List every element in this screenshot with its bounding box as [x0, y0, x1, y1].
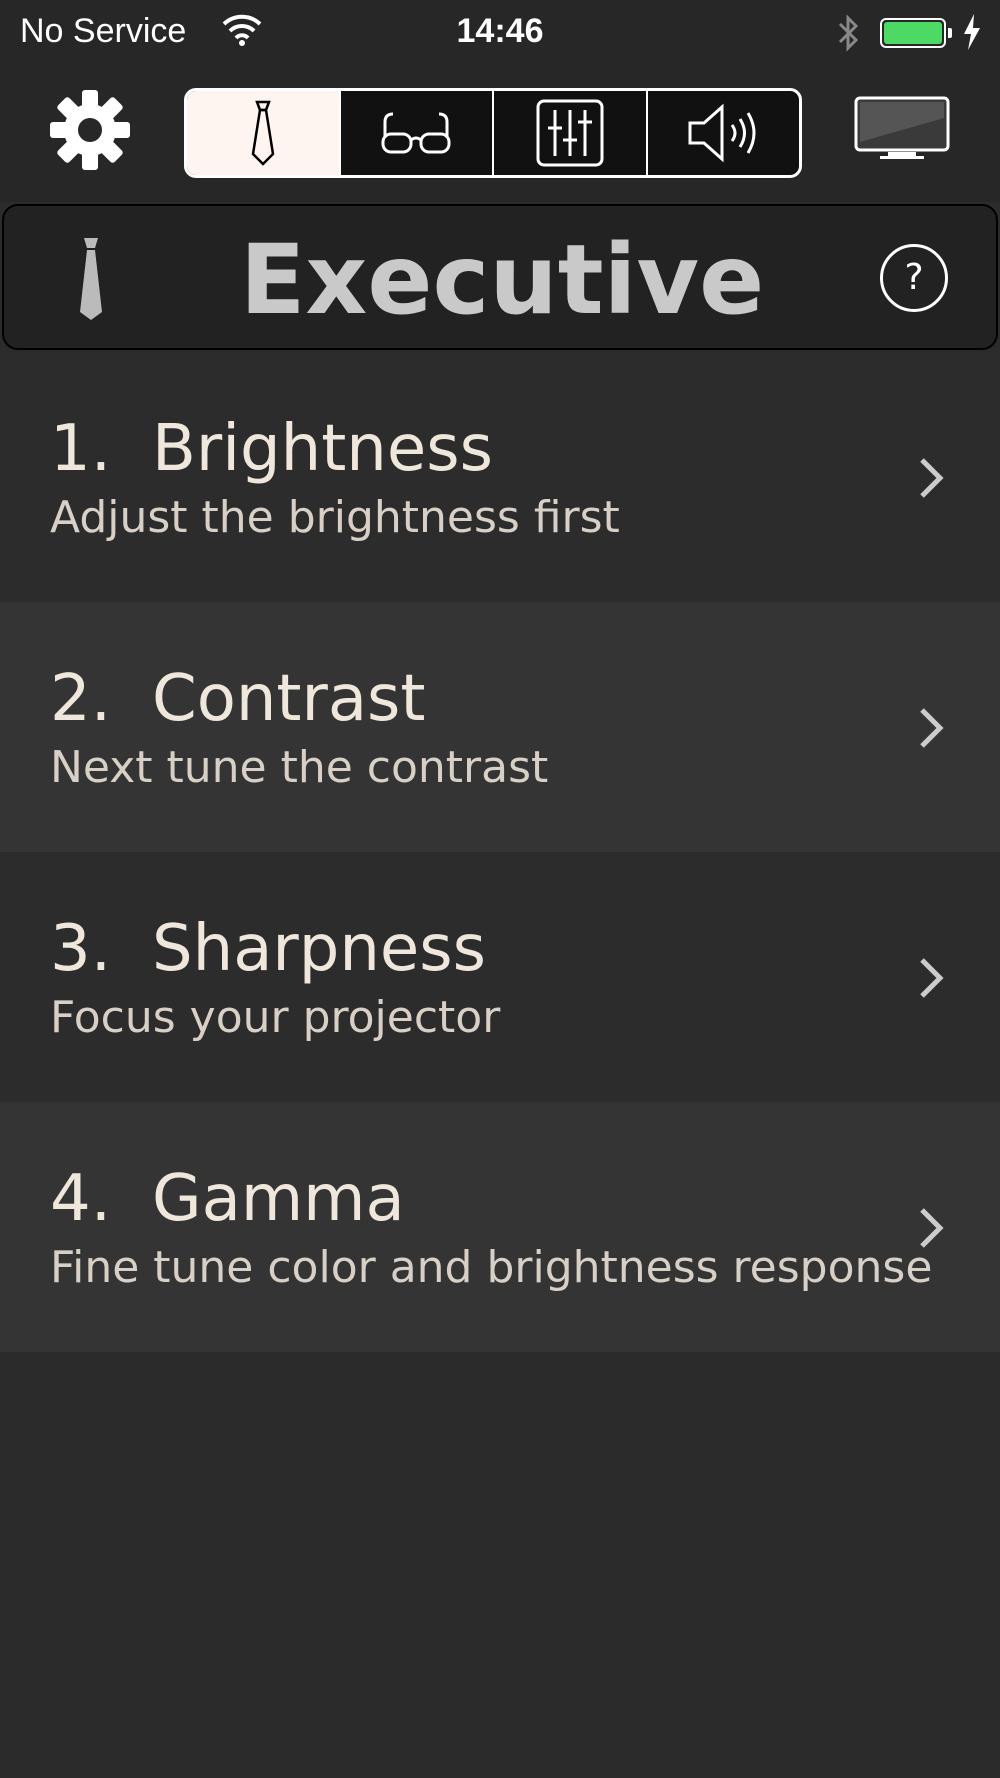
- steps-list: 1. Brightness Adjust the brightness firs…: [0, 352, 1000, 1352]
- step-description: Fine tune color and brightness response: [50, 1242, 933, 1293]
- mode-segmented-control: [184, 88, 802, 178]
- step-number: 4.: [50, 1162, 112, 1236]
- chevron-right-icon: [920, 958, 944, 998]
- step-number: 2.: [50, 662, 112, 736]
- segment-executive[interactable]: [187, 91, 339, 175]
- battery-icon: [880, 18, 952, 48]
- help-button[interactable]: ?: [880, 244, 948, 312]
- step-number: 1.: [50, 412, 112, 486]
- toolbar: [0, 66, 1000, 202]
- gear-icon[interactable]: [48, 88, 132, 172]
- glasses-icon: [381, 112, 451, 154]
- list-item-contrast[interactable]: 2. Contrast Next tune the contrast: [0, 602, 1000, 852]
- chevron-right-icon: [920, 708, 944, 748]
- step-number: 3.: [50, 912, 112, 986]
- list-item-sharpness[interactable]: 3. Sharpness Focus your projector: [0, 852, 1000, 1102]
- step-title: Sharpness: [152, 912, 486, 986]
- speaker-icon: [688, 103, 756, 163]
- tie-icon: [251, 100, 275, 166]
- step-title: Brightness: [152, 412, 493, 486]
- list-item-gamma[interactable]: 4. Gamma Fine tune color and brightness …: [0, 1102, 1000, 1352]
- step-description: Next tune the contrast: [50, 742, 549, 793]
- step-title: Contrast: [152, 662, 426, 736]
- status-bar: No Service 14:46: [0, 0, 1000, 66]
- step-description: Focus your projector: [50, 992, 501, 1043]
- mode-header: Executive ?: [2, 204, 998, 350]
- charging-icon: [964, 14, 980, 50]
- chevron-right-icon: [920, 1208, 944, 1248]
- segment-glasses[interactable]: [338, 91, 493, 175]
- segment-sliders[interactable]: [492, 91, 646, 175]
- page-title: Executive: [239, 224, 765, 336]
- list-item-brightness[interactable]: 1. Brightness Adjust the brightness firs…: [0, 352, 1000, 602]
- segment-audio[interactable]: [645, 91, 800, 175]
- monitor-icon[interactable]: [854, 96, 950, 162]
- chevron-right-icon: [920, 458, 944, 498]
- bluetooth-icon: [838, 14, 859, 52]
- step-description: Adjust the brightness first: [50, 492, 620, 543]
- sliders-icon: [536, 99, 604, 167]
- step-title: Gamma: [152, 1162, 405, 1236]
